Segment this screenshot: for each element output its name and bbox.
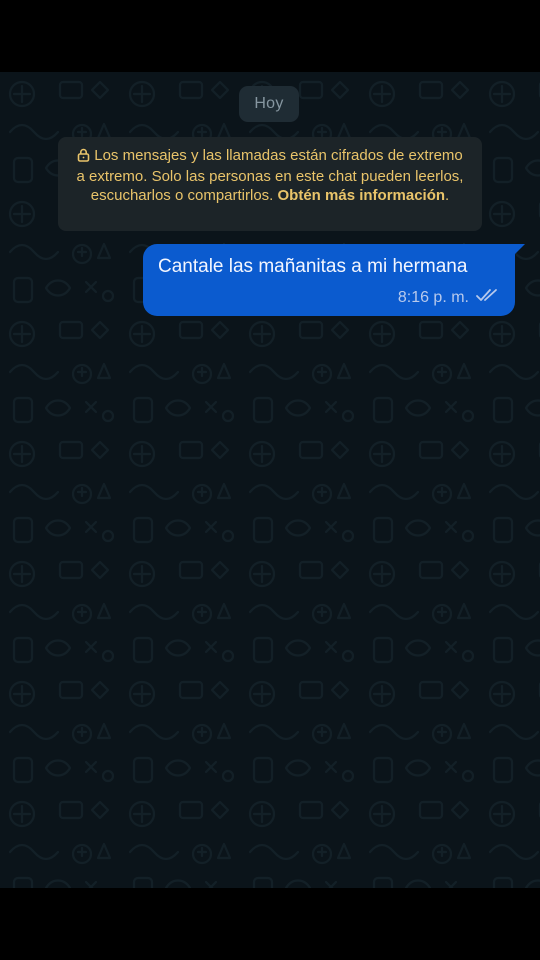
outgoing-message-bubble[interactable]: Cantale las mañanitas a mi hermana 8:16 …: [143, 244, 525, 316]
double-check-icon: [475, 287, 501, 308]
chat-area[interactable]: Hoy Los mensajes y las llamadas están ci…: [0, 72, 540, 888]
encryption-notice-end: .: [445, 187, 450, 204]
message-time: 8:16 p. m.: [397, 288, 469, 306]
lock-icon: [77, 148, 90, 167]
bottom-bar: [0, 888, 540, 960]
date-chip: Hoy: [239, 86, 299, 122]
screen: Hoy Los mensajes y las llamadas están ci…: [0, 0, 540, 960]
bubble-tail: [513, 244, 525, 256]
message-meta: 8:16 p. m.: [398, 287, 501, 308]
learn-more-link[interactable]: Obtén más información: [278, 187, 446, 204]
message-text: Cantale las mañanitas a mi hermana: [158, 256, 468, 277]
encryption-notice[interactable]: Los mensajes y las llamadas están cifrad…: [58, 137, 482, 231]
top-bar: [0, 0, 540, 72]
